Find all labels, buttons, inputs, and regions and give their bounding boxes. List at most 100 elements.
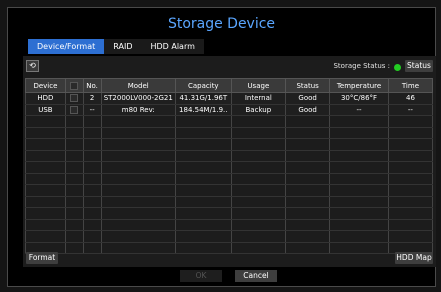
empty-cell (82, 242, 102, 254)
status-button[interactable]: Status (405, 60, 433, 72)
empty-cell (64, 173, 84, 185)
empty-cell (64, 150, 84, 162)
empty-cell (174, 219, 232, 231)
empty-cell (100, 242, 176, 254)
empty-cell (82, 173, 102, 185)
empty-cell (230, 138, 287, 151)
empty-cell (230, 242, 287, 254)
empty-cell (100, 196, 176, 208)
table-row[interactable]: USB -- m80 Rev: 184.54M/1.9.. Backup Goo… (25, 104, 434, 116)
cell-capacity: 184.54M/1.9.. (174, 104, 232, 116)
col-temperature: Temperature (329, 78, 389, 93)
empty-cell (285, 127, 331, 139)
empty-cell (64, 127, 84, 139)
empty-cell (230, 161, 287, 174)
empty-cell (285, 184, 331, 197)
empty-row (25, 242, 434, 254)
hdd-map-button[interactable]: HDD Map (395, 252, 433, 264)
cancel-button[interactable]: Cancel (235, 270, 277, 282)
empty-cell (82, 207, 102, 220)
empty-cell (100, 173, 176, 185)
empty-cell (387, 127, 434, 139)
empty-cell (100, 127, 176, 139)
cell-status: Good (285, 92, 331, 105)
page-title: Storage Device (167, 16, 276, 32)
empty-cell (82, 196, 102, 208)
tab-device-format[interactable]: Device/Format (28, 39, 105, 54)
cell-usage: Internal (230, 92, 287, 105)
empty-cell (387, 115, 434, 128)
empty-cell (230, 196, 287, 208)
empty-row (25, 115, 434, 128)
empty-cell (329, 115, 389, 128)
empty-cell (230, 230, 287, 243)
empty-cell (329, 150, 389, 162)
tab-hdd-alarm[interactable]: HDD Alarm (141, 39, 204, 54)
col-time: Time (387, 78, 434, 93)
empty-cell (82, 184, 102, 197)
empty-cell (64, 161, 84, 174)
empty-cell (387, 150, 434, 162)
empty-cell (285, 219, 331, 231)
empty-cell (100, 219, 176, 231)
empty-cell (64, 115, 84, 128)
cell-temperature: -- (329, 104, 389, 116)
ok-button[interactable]: OK (180, 270, 222, 282)
empty-cell (285, 161, 331, 174)
empty-cell (285, 230, 331, 243)
empty-cell (285, 115, 331, 128)
empty-cell (329, 196, 389, 208)
empty-cell (82, 138, 102, 151)
col-no: No. (82, 78, 102, 93)
empty-cell (25, 184, 66, 197)
empty-row (25, 184, 434, 197)
empty-cell (82, 161, 102, 174)
cell-time: -- (387, 104, 434, 116)
empty-cell (387, 161, 434, 174)
empty-cell (25, 230, 66, 243)
empty-cell (230, 127, 287, 139)
cell-capacity: 41.31G/1.96T (174, 92, 232, 105)
cell-select[interactable] (64, 92, 84, 105)
storage-status-label: Storage Status : (333, 62, 390, 70)
empty-cell (25, 196, 66, 208)
empty-cell (174, 127, 232, 139)
col-select[interactable] (64, 78, 84, 93)
empty-cell (100, 150, 176, 162)
empty-cell (174, 184, 232, 197)
cell-select[interactable] (64, 104, 84, 116)
empty-cell (285, 196, 331, 208)
empty-cell (64, 242, 84, 254)
empty-cell (285, 138, 331, 151)
cell-no: 2 (82, 92, 102, 105)
storage-device-window: Storage Device Device/Format RAID HDD Al… (7, 7, 436, 287)
col-device: Device (25, 78, 66, 93)
empty-cell (82, 150, 102, 162)
empty-cell (174, 242, 232, 254)
empty-row (25, 196, 434, 208)
empty-row (25, 207, 434, 220)
empty-cell (100, 230, 176, 243)
table-row[interactable]: HDD 2 ST2000LV000-2G21 41.31G/1.96T Inte… (25, 92, 434, 105)
empty-cell (285, 173, 331, 185)
cell-usage: Backup (230, 104, 287, 116)
row-checkbox[interactable] (70, 94, 79, 103)
storage-status-indicator (394, 64, 401, 71)
empty-cell (100, 115, 176, 128)
empty-cell (174, 196, 232, 208)
empty-cell (64, 184, 84, 197)
empty-cell (174, 173, 232, 185)
select-all-checkbox[interactable] (70, 81, 79, 90)
row-checkbox[interactable] (70, 105, 79, 114)
empty-cell (387, 230, 434, 243)
empty-cell (25, 138, 66, 151)
empty-row (25, 230, 434, 243)
empty-cell (285, 242, 331, 254)
format-button[interactable]: Format (26, 252, 58, 264)
refresh-icon[interactable]: ⟲ (26, 60, 39, 72)
cell-device: HDD (25, 92, 66, 105)
table-header: Device No. Model Capacity Usage Status T… (25, 78, 434, 93)
tab-raid[interactable]: RAID (104, 39, 142, 54)
empty-row (25, 138, 434, 151)
col-capacity: Capacity (174, 78, 232, 93)
